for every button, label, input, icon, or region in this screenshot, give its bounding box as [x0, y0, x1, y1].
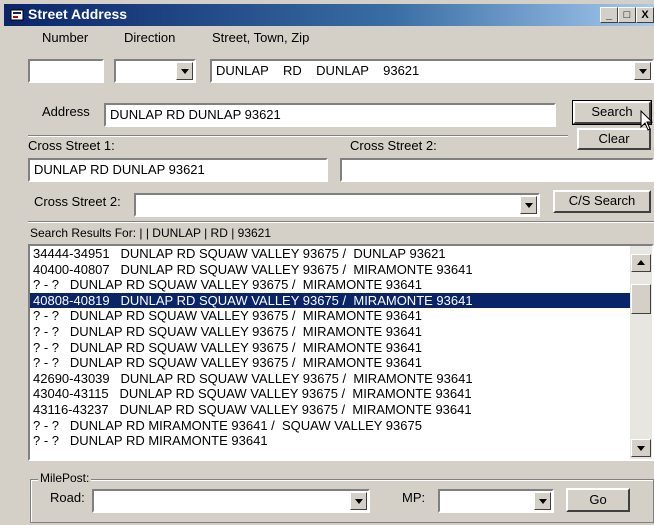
scroll-down-arrow-icon[interactable]	[631, 439, 651, 457]
search-results-rows: 34444-34951 DUNLAP RD SQUAW VALLEY 93675…	[30, 246, 652, 449]
number-label: Number	[42, 30, 89, 45]
mp-combo[interactable]	[438, 489, 554, 513]
list-item[interactable]: ? - ? DUNLAP RD SQUAW VALLEY 93675 / MIR…	[30, 324, 652, 340]
street-town-zip-combo[interactable]: DUNLAP RD DUNLAP 93621	[210, 59, 654, 83]
cs-search-button[interactable]: C/S Search	[553, 190, 651, 213]
chevron-down-icon[interactable]	[634, 62, 651, 80]
cross-street-2-input[interactable]	[340, 158, 654, 182]
app-icon	[10, 9, 24, 21]
cross-street-1-label: Cross Street 1:	[28, 138, 115, 153]
mp-label: MP:	[402, 490, 426, 505]
number-input[interactable]	[28, 59, 104, 83]
chevron-down-icon[interactable]	[350, 492, 367, 510]
mouse-pointer-icon	[640, 110, 654, 131]
road-combo[interactable]	[92, 489, 370, 513]
direction-combo[interactable]	[114, 59, 196, 83]
list-item[interactable]: 40808-40819 DUNLAP RD SQUAW VALLEY 93675…	[30, 291, 652, 310]
street-town-zip-label: Street, Town, Zip	[212, 30, 310, 45]
list-item[interactable]: ? - ? DUNLAP RD SQUAW VALLEY 93675 / MIR…	[30, 277, 652, 293]
street-town-zip-value: DUNLAP RD DUNLAP 93621	[216, 63, 420, 78]
address-input[interactable]: DUNLAP RD DUNLAP 93621	[104, 103, 556, 127]
list-item[interactable]: 43040-43115 DUNLAP RD SQUAW VALLEY 93675…	[30, 386, 652, 402]
maximize-button[interactable]: □	[618, 7, 636, 23]
list-item[interactable]: 40400-40807 DUNLAP RD SQUAW VALLEY 93675…	[30, 262, 652, 278]
window-title: Street Address	[28, 6, 128, 22]
list-item[interactable]: ? - ? DUNLAP RD MIRAMONTE 93641	[30, 433, 652, 449]
direction-label: Direction	[124, 30, 176, 45]
chevron-down-icon[interactable]	[534, 492, 551, 510]
cross-street-2-label: Cross Street 2:	[350, 138, 437, 153]
list-item[interactable]: ? - ? DUNLAP RD SQUAW VALLEY 93675 / MIR…	[30, 340, 652, 356]
search-results-header: Search Results For: | | DUNLAP | RD | 93…	[30, 226, 272, 240]
list-item[interactable]: 42690-43039 DUNLAP RD SQUAW VALLEY 93675…	[30, 371, 652, 387]
cross-street-1-input[interactable]: DUNLAP RD DUNLAP 93621	[28, 158, 328, 182]
cross-street-2-combo-label: Cross Street 2:	[34, 194, 121, 209]
list-item[interactable]: ? - ? DUNLAP RD MIRAMONTE 93641 / SQUAW …	[30, 418, 652, 434]
chevron-down-icon[interactable]	[176, 62, 193, 80]
scrollbar-thumb[interactable]	[631, 284, 651, 314]
list-item[interactable]: 34444-34951 DUNLAP RD SQUAW VALLEY 93675…	[30, 246, 652, 262]
list-item[interactable]: 43116-43237 DUNLAP RD SQUAW VALLEY 93675…	[30, 402, 652, 418]
cross-street-2-combo[interactable]	[134, 193, 540, 217]
close-button[interactable]: X	[636, 7, 654, 23]
go-button[interactable]: Go	[566, 488, 630, 512]
road-label: Road:	[50, 490, 85, 505]
divider	[28, 221, 654, 223]
title-bar[interactable]: Street Address _ □ X	[4, 4, 654, 26]
minimize-button[interactable]: _	[600, 7, 618, 23]
street-address-window: Street Address _ □ X Number Direction St…	[0, 0, 654, 525]
milepost-group-label: MilePost:	[38, 471, 92, 485]
chevron-down-icon[interactable]	[520, 196, 537, 214]
divider	[28, 135, 568, 137]
scroll-up-arrow-icon[interactable]	[631, 254, 651, 272]
list-item[interactable]: ? - ? DUNLAP RD SQUAW VALLEY 93675 / MIR…	[30, 308, 652, 324]
list-item[interactable]: ? - ? DUNLAP RD SQUAW VALLEY 93675 / MIR…	[30, 355, 652, 371]
address-label: Address	[42, 104, 90, 119]
search-results-list[interactable]: 34444-34951 DUNLAP RD SQUAW VALLEY 93675…	[28, 244, 654, 461]
vertical-scrollbar[interactable]	[630, 246, 652, 459]
